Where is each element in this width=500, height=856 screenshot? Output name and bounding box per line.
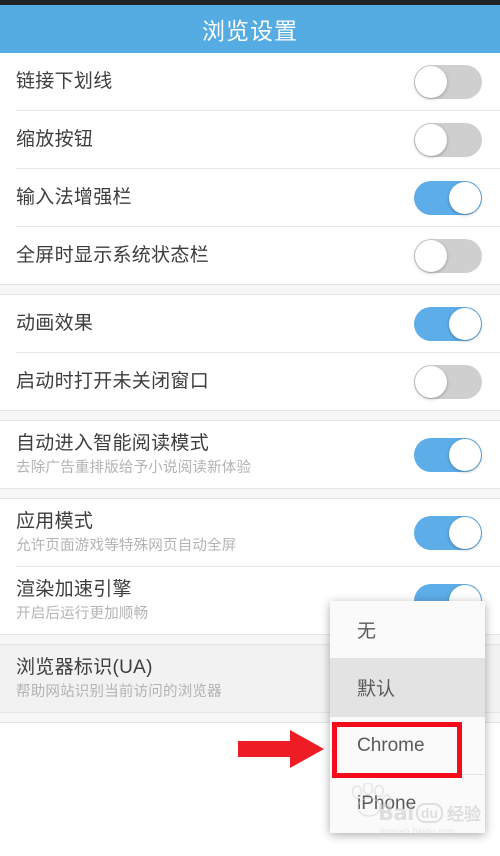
settings-group: 链接下划线 缩放按钮 输入法增强栏 全屏时显示系统状态栏 bbox=[0, 53, 500, 284]
toggle-knob bbox=[415, 123, 447, 156]
row-title: 链接下划线 bbox=[16, 70, 113, 92]
menu-item-chrome[interactable]: Chrome bbox=[330, 717, 485, 775]
settings-group: 动画效果 启动时打开未关闭窗口 bbox=[0, 295, 500, 410]
row-text: 动画效果 bbox=[16, 311, 93, 337]
setting-row-animation[interactable]: 动画效果 bbox=[0, 295, 500, 352]
row-title: 输入法增强栏 bbox=[16, 186, 132, 208]
row-text: 应用模式 允许页面游戏等特殊网页自动全屏 bbox=[16, 509, 237, 557]
setting-row-fullscreen-statusbar[interactable]: 全屏时显示系统状态栏 bbox=[0, 227, 500, 284]
menu-item-none[interactable]: 无 bbox=[330, 601, 485, 659]
row-title: 缩放按钮 bbox=[16, 128, 94, 150]
row-title: 全屏时显示系统状态栏 bbox=[16, 244, 210, 266]
page-title: 浏览设置 bbox=[202, 18, 298, 44]
toggle-animation[interactable] bbox=[414, 306, 482, 341]
toggle-fullscreen-statusbar[interactable] bbox=[414, 238, 482, 273]
group-divider bbox=[0, 410, 500, 421]
setting-row-ime-bar[interactable]: 输入法增强栏 bbox=[0, 169, 500, 226]
row-text: 全屏时显示系统状态栏 bbox=[16, 243, 209, 269]
toggle-knob bbox=[449, 181, 481, 214]
menu-item-label: 无 bbox=[357, 621, 377, 642]
menu-item-default[interactable]: 默认 bbox=[330, 659, 485, 717]
group-divider bbox=[0, 488, 500, 499]
row-subtitle: 开启后运行更加顺畅 bbox=[16, 605, 149, 622]
menu-item-label: iPhone bbox=[357, 793, 417, 814]
toggle-smart-reading[interactable] bbox=[414, 437, 482, 472]
toggle-knob bbox=[415, 365, 447, 398]
row-subtitle: 帮助网站识别当前访问的浏览器 bbox=[16, 683, 222, 700]
setting-row-smart-reading[interactable]: 自动进入智能阅读模式 去除广告重排版给予小说阅读新体验 bbox=[0, 421, 500, 488]
setting-row-zoom-buttons[interactable]: 缩放按钮 bbox=[0, 111, 500, 168]
row-text: 浏览器标识(UA) 帮助网站识别当前访问的浏览器 bbox=[16, 655, 222, 703]
row-text: 链接下划线 bbox=[16, 69, 113, 95]
toggle-knob bbox=[449, 307, 481, 340]
row-title: 浏览器标识(UA) bbox=[16, 656, 153, 678]
browser-settings-screen: 浏览设置 链接下划线 缩放按钮 输入法增强栏 全屏时显示系统状态栏 动画效果 启… bbox=[0, 0, 500, 856]
red-pointer-arrow bbox=[238, 730, 324, 768]
row-text: 渲染加速引擎 开启后运行更加顺畅 bbox=[16, 577, 148, 625]
toggle-knob bbox=[415, 239, 447, 272]
setting-row-link-underline[interactable]: 链接下划线 bbox=[0, 53, 500, 110]
toggle-knob bbox=[449, 438, 481, 471]
group-divider bbox=[0, 284, 500, 295]
toggle-zoom-buttons[interactable] bbox=[414, 122, 482, 157]
menu-item-iphone[interactable]: iPhone bbox=[330, 775, 485, 833]
row-title: 自动进入智能阅读模式 bbox=[16, 432, 210, 454]
toggle-knob bbox=[449, 516, 481, 549]
ua-options-menu[interactable]: 无 默认 Chrome iPhone bbox=[330, 601, 485, 833]
row-text: 启动时打开未关闭窗口 bbox=[16, 369, 209, 395]
toggle-knob bbox=[415, 65, 447, 98]
setting-row-restore-windows[interactable]: 启动时打开未关闭窗口 bbox=[0, 353, 500, 410]
row-subtitle: 允许页面游戏等特殊网页自动全屏 bbox=[16, 537, 237, 554]
settings-group: 自动进入智能阅读模式 去除广告重排版给予小说阅读新体验 bbox=[0, 421, 500, 488]
row-text: 缩放按钮 bbox=[16, 127, 93, 153]
toggle-link-underline[interactable] bbox=[414, 64, 482, 99]
menu-item-label: Chrome bbox=[357, 734, 425, 756]
menu-item-label: 默认 bbox=[357, 679, 396, 700]
row-text: 输入法增强栏 bbox=[16, 185, 132, 211]
row-title: 应用模式 bbox=[16, 510, 94, 532]
row-title: 动画效果 bbox=[16, 312, 94, 334]
toggle-app-mode[interactable] bbox=[414, 515, 482, 550]
row-subtitle: 去除广告重排版给予小说阅读新体验 bbox=[16, 459, 252, 476]
toggle-ime-bar[interactable] bbox=[414, 180, 482, 215]
app-header: 浏览设置 bbox=[0, 5, 500, 53]
setting-row-app-mode[interactable]: 应用模式 允许页面游戏等特殊网页自动全屏 bbox=[0, 499, 500, 566]
toggle-restore-windows[interactable] bbox=[414, 364, 482, 399]
row-title: 启动时打开未关闭窗口 bbox=[16, 370, 210, 392]
row-text: 自动进入智能阅读模式 去除广告重排版给予小说阅读新体验 bbox=[16, 431, 251, 479]
row-title: 渲染加速引擎 bbox=[16, 578, 132, 600]
